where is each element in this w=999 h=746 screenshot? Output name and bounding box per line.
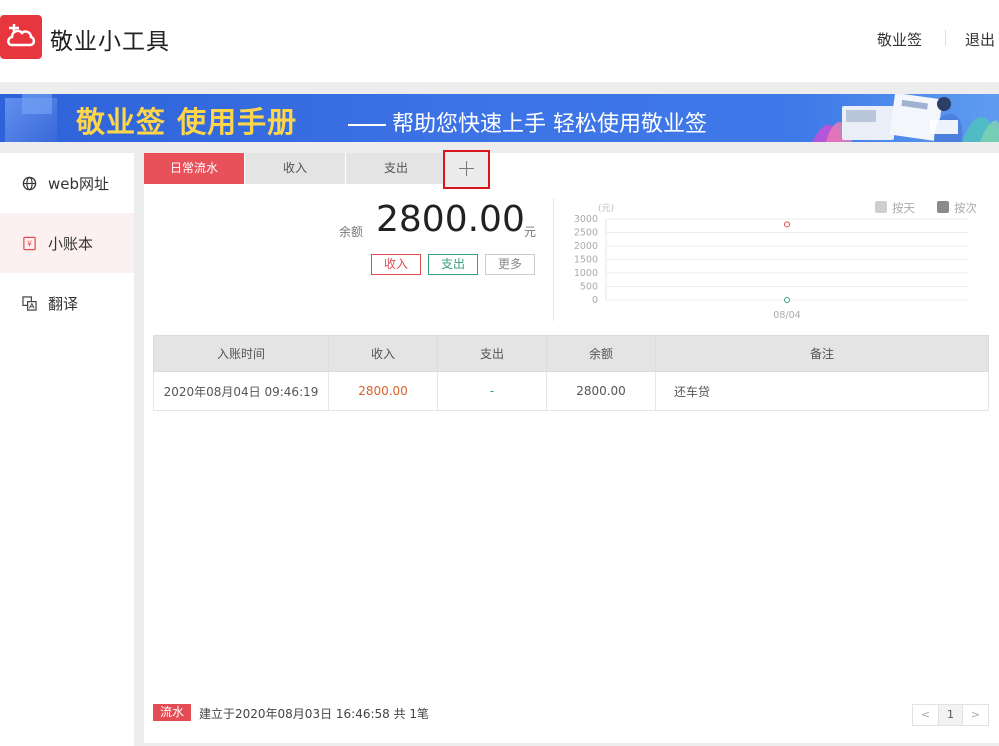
- globe-icon: [22, 176, 37, 191]
- y-unit-label: (元): [598, 204, 614, 214]
- manual-illustration-icon: [812, 94, 999, 142]
- balance-label: 余额: [339, 225, 364, 239]
- pagination: < 1 >: [912, 704, 989, 726]
- y-tick-label: 0: [592, 295, 598, 306]
- col-time: 入账时间: [153, 335, 329, 372]
- sidebar-item-translate[interactable]: 翻译: [0, 273, 134, 333]
- y-tick-label: 1500: [574, 255, 598, 266]
- plus-icon-stroke: [466, 161, 467, 176]
- tab-expense[interactable]: 支出: [346, 153, 446, 184]
- cell-time: 2020年08月04日 09:46:19: [153, 371, 329, 411]
- sidebar-item-label: 翻译: [48, 295, 79, 313]
- banner-subtitle-text: 帮助您快速上手 轻松使用敬业签: [392, 112, 707, 137]
- y-tick-label: 2000: [574, 241, 598, 252]
- cell-balance: 2800.00: [546, 371, 656, 411]
- cloud-logo-icon: [7, 24, 36, 47]
- sidebar-item-label: web网址: [48, 175, 110, 193]
- add-income-button[interactable]: 收入: [371, 254, 421, 275]
- legend-swatch: [875, 201, 887, 213]
- sidebar: web网址 ¥ 小账本 翻译: [0, 153, 134, 746]
- sidebar-item-ledger[interactable]: ¥ 小账本: [0, 213, 134, 273]
- balance-chart: (元)3000 2500 2000 1500 1000 500 0 08/04 按天 按次: [574, 201, 977, 321]
- more-button[interactable]: 更多: [485, 254, 535, 275]
- y-tick-label: 1000: [574, 268, 598, 279]
- cell-expense: -: [437, 371, 547, 411]
- ledger-summary: 建立于2020年08月03日 16:46:58 共 1笔: [199, 707, 430, 721]
- logout-link[interactable]: 退出: [965, 29, 995, 50]
- main-panel: 日常流水 收入 支出 余额 2800.00 元 收入 支出 更多 (元) 3000…: [144, 150, 999, 743]
- app-logo[interactable]: [0, 15, 42, 59]
- y-tick-label: 2500: [574, 228, 598, 239]
- col-note: 备注: [655, 335, 989, 372]
- app-title: 敬业小工具: [50, 29, 170, 55]
- top-header: 敬业小工具 敬业签 退出: [0, 0, 999, 82]
- next-page-button[interactable]: >: [963, 705, 988, 725]
- x-tick-label: 08/04: [773, 310, 800, 321]
- sidebar-item-label: 小账本: [48, 235, 94, 253]
- manual-banner[interactable]: 敬业签 使用手册 帮助您快速上手 轻松使用敬业签: [0, 94, 999, 142]
- ledger-icon: ¥: [23, 236, 36, 251]
- banner-title: 敬业签 使用手册: [76, 105, 298, 139]
- col-balance: 余额: [546, 335, 656, 372]
- svg-text:¥: ¥: [27, 239, 32, 248]
- flow-badge: 流水: [153, 704, 191, 721]
- banner-decoration-small: [22, 94, 52, 114]
- tab-income[interactable]: 收入: [245, 153, 345, 184]
- balance-unit: 元: [524, 225, 537, 239]
- legend-swatch: [937, 201, 949, 213]
- data-point: [784, 297, 790, 303]
- col-income: 收入: [328, 335, 438, 372]
- add-tab-button[interactable]: [443, 150, 490, 189]
- jingyeqian-link[interactable]: 敬业签: [877, 29, 922, 50]
- y-tick-label: 3000: [574, 214, 598, 225]
- translate-icon: [22, 296, 37, 311]
- sidebar-item-web[interactable]: web网址: [0, 153, 134, 213]
- col-expense: 支出: [437, 335, 547, 372]
- add-expense-button[interactable]: 支出: [428, 254, 478, 275]
- flow-table: 入账时间 收入 支出 余额 备注 2020年08月04日 09:46:19 28…: [153, 335, 989, 411]
- page-1-button[interactable]: 1: [938, 705, 963, 725]
- legend-label: 按次: [954, 201, 977, 215]
- y-tick-label: 500: [580, 282, 598, 293]
- header-divider: [945, 30, 946, 46]
- banner-dash: [348, 124, 386, 126]
- tab-daily-flow[interactable]: 日常流水: [144, 153, 244, 184]
- balance-value: 2800.00: [376, 199, 525, 240]
- data-point: [784, 221, 790, 228]
- banner-subtitle: 帮助您快速上手 轻松使用敬业签: [348, 106, 707, 138]
- table-row[interactable]: 2020年08月04日 09:46:19 2800.00 - 2800.00 还…: [153, 371, 989, 411]
- panel-divider: [553, 198, 554, 321]
- table-header-row: 入账时间 收入 支出 余额 备注: [153, 335, 989, 372]
- cell-note: 还车贷: [655, 371, 989, 411]
- cell-income: 2800.00: [328, 371, 438, 411]
- prev-page-button[interactable]: <: [913, 705, 938, 725]
- legend-label: 按天: [892, 201, 915, 215]
